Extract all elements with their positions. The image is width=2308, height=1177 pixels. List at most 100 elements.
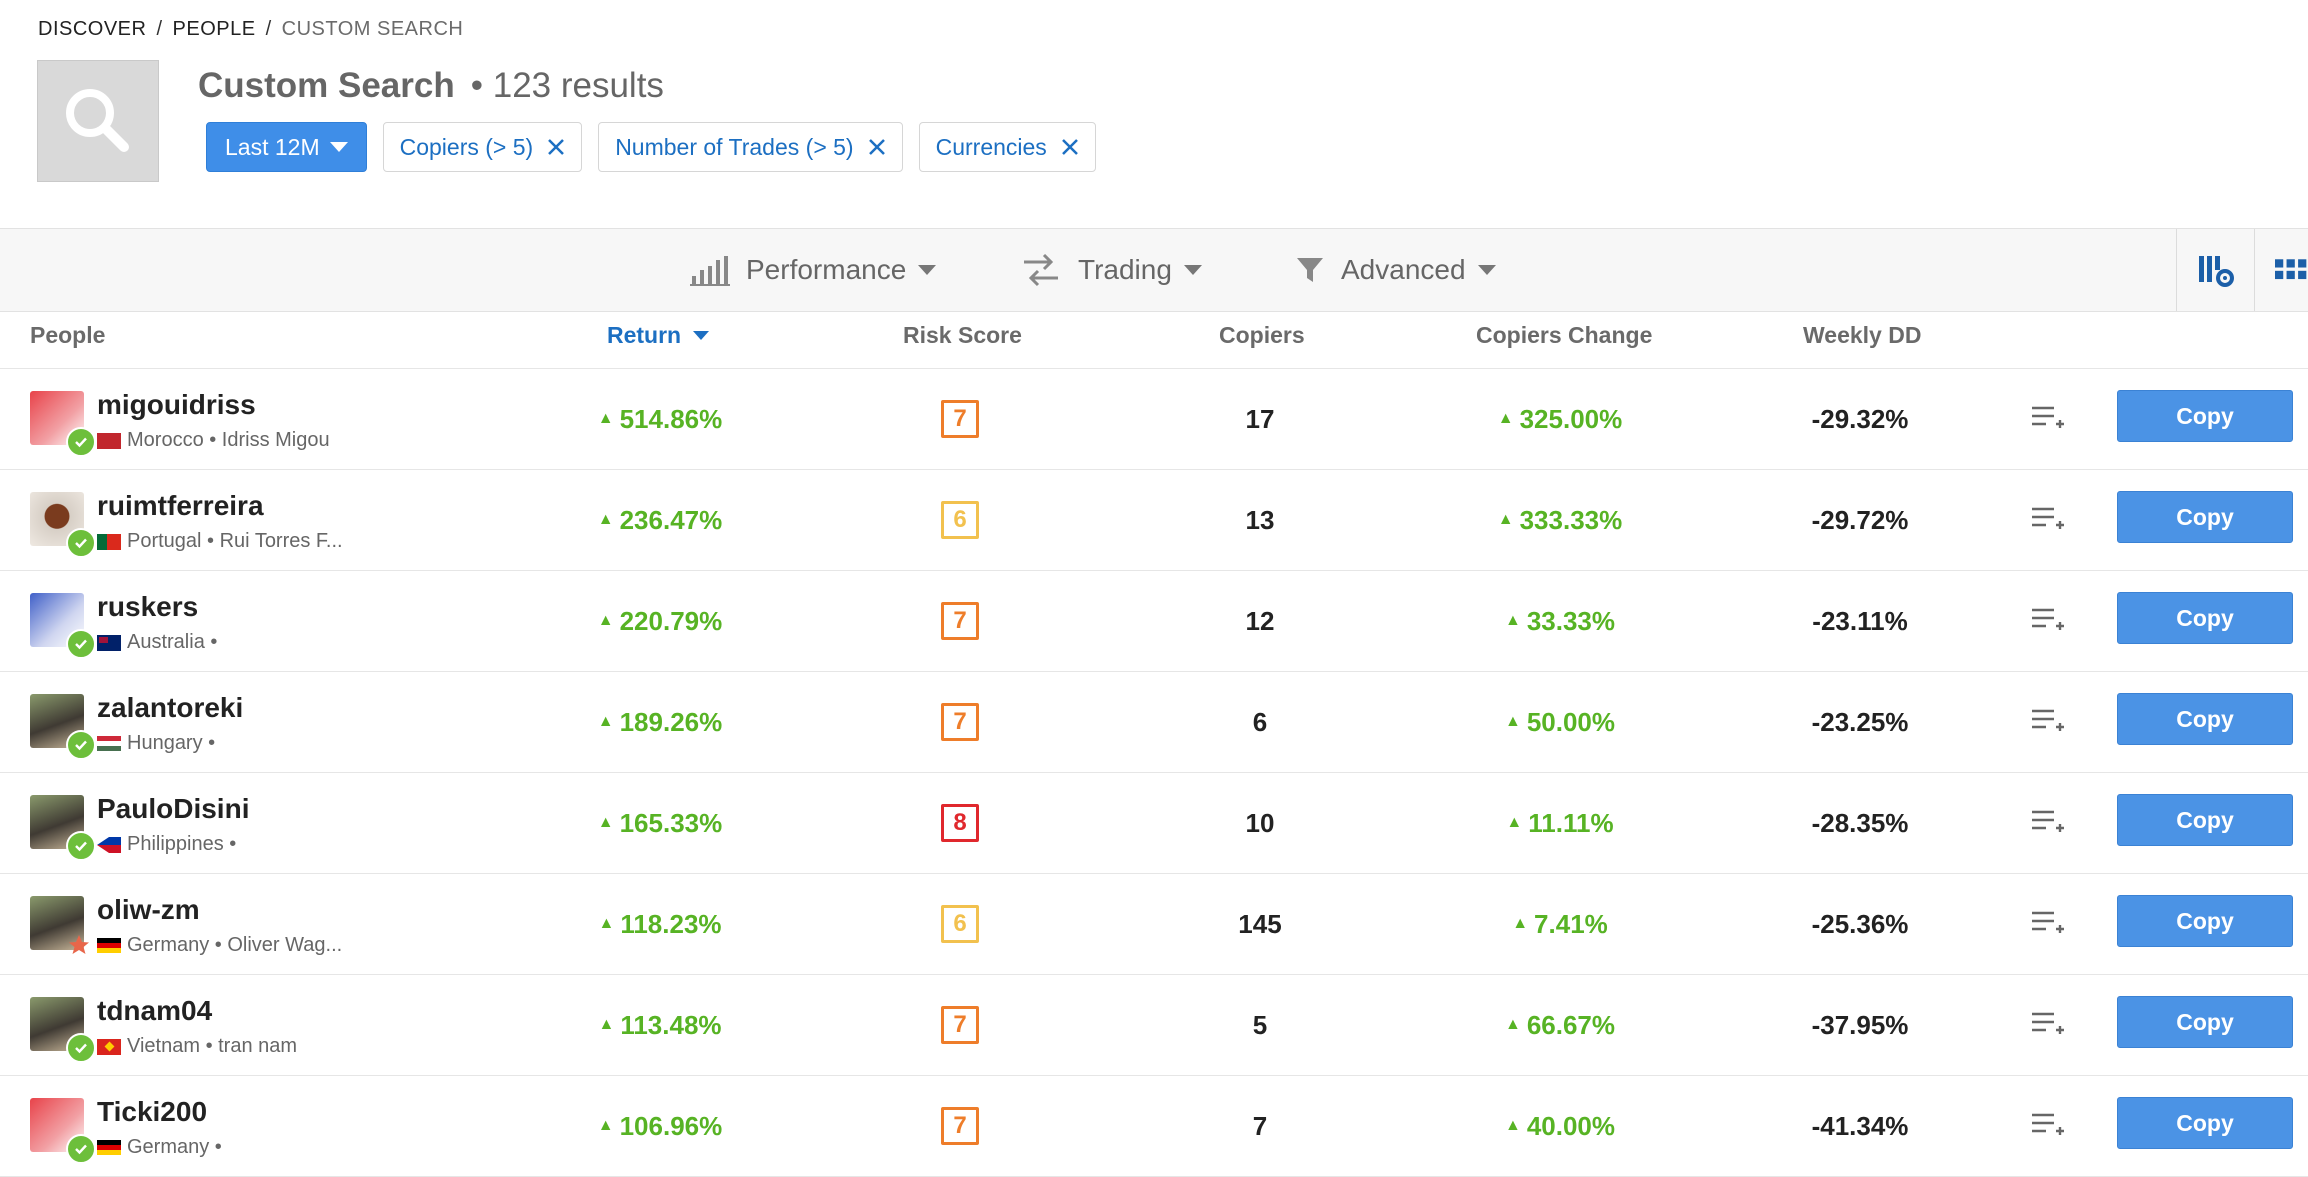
table-row[interactable]: migouidriss Morocco • Idriss Migou ▲ 514.… xyxy=(0,369,2308,470)
avatar[interactable] xyxy=(30,1098,96,1164)
arrow-up-icon: ▲ xyxy=(1504,612,1521,629)
username-link[interactable]: oliw-zm xyxy=(97,894,200,926)
breadcrumb-people[interactable]: PEOPLE xyxy=(173,18,256,41)
avatar[interactable] xyxy=(30,694,96,760)
trading-menu[interactable]: Trading xyxy=(1020,229,1202,311)
copy-button[interactable]: Copy xyxy=(2117,794,2293,846)
username-link[interactable]: PauloDisini xyxy=(97,793,249,825)
bar-chart-icon xyxy=(690,256,730,286)
column-header-copiers[interactable]: Copiers xyxy=(1219,322,1305,349)
risk-score-cell: 7 xyxy=(930,975,990,1075)
copiers-change-value: ▲ 333.33% xyxy=(1460,470,1660,570)
column-settings-button[interactable] xyxy=(2176,229,2255,311)
breadcrumb-discover[interactable]: DISCOVER xyxy=(38,18,146,41)
copiers-change-value: ▲ 40.00% xyxy=(1460,1076,1660,1176)
column-header-risk-score[interactable]: Risk Score xyxy=(903,322,1022,349)
column-header-weekly-dd[interactable]: Weekly DD xyxy=(1803,322,1921,349)
table-row[interactable]: PauloDisini Philippines • ▲ 165.33% 8 10 … xyxy=(0,773,2308,874)
copiers-change-text: 40.00% xyxy=(1526,1110,1616,1141)
breadcrumb-separator: / xyxy=(156,18,163,40)
table-row[interactable]: tdnam04 Vietnam • tran nam ▲ 113.48% 7 5 … xyxy=(0,975,2308,1076)
return-value: ▲ 113.48% xyxy=(560,975,760,1075)
risk-score-badge: 7 xyxy=(941,1006,979,1044)
close-icon[interactable] xyxy=(868,138,886,156)
table-row[interactable]: zalantoreki Hungary • ▲ 189.26% 7 6 ▲ 50.0… xyxy=(0,672,2308,773)
copy-button[interactable]: Copy xyxy=(2117,390,2293,442)
arrow-up-icon: ▲ xyxy=(598,915,615,932)
advanced-menu[interactable]: Advanced xyxy=(1295,229,1496,311)
column-settings-icon xyxy=(2199,256,2234,287)
copy-button[interactable]: Copy xyxy=(2117,1097,2293,1149)
return-text: 236.47% xyxy=(619,504,723,535)
filter-chip-label: Copiers (> 5) xyxy=(399,133,534,160)
username-link[interactable]: ruimtferreira xyxy=(97,490,264,522)
add-to-watchlist-icon[interactable] xyxy=(2030,1011,2066,1042)
add-to-watchlist-icon[interactable] xyxy=(2030,910,2066,941)
table-row[interactable]: Ticki200 Germany • ▲ 106.96% 7 7 ▲ 40.00% … xyxy=(0,1076,2308,1177)
copiers-change-text: 66.67% xyxy=(1526,1009,1616,1040)
user-location-name: Australia • xyxy=(127,631,218,653)
period-dropdown[interactable]: Last 12M xyxy=(206,122,367,172)
close-icon[interactable] xyxy=(1061,138,1079,156)
copiers-change-text: 7.41% xyxy=(1534,908,1608,939)
country-flag-icon xyxy=(97,533,121,550)
avatar[interactable] xyxy=(30,593,96,659)
column-header-copiers-change[interactable]: Copiers Change xyxy=(1476,322,1652,349)
copiers-change-value: ▲ 11.11% xyxy=(1460,773,1660,873)
return-text: 165.33% xyxy=(619,807,723,838)
table-row[interactable]: ruskers Australia • ▲ 220.79% 7 12 ▲ 33.33… xyxy=(0,571,2308,672)
column-header-return[interactable]: Return xyxy=(607,322,710,349)
verified-badge-icon xyxy=(66,730,96,760)
avatar[interactable] xyxy=(30,391,96,457)
chevron-down-icon xyxy=(918,265,937,275)
grid-view-button[interactable] xyxy=(2254,229,2308,311)
weekly-dd-value: -29.32% xyxy=(1811,403,1909,434)
page-title: Custom Search xyxy=(198,66,455,105)
arrow-up-icon: ▲ xyxy=(1506,814,1523,831)
breadcrumb: DISCOVER / PEOPLE / CUSTOM SEARCH xyxy=(38,18,463,41)
risk-score-badge: 7 xyxy=(941,703,979,741)
username-link[interactable]: tdnam04 xyxy=(97,995,212,1027)
avatar[interactable] xyxy=(30,997,96,1063)
table-row[interactable]: oliw-zm Germany • Oliver Wag... ▲ 118.23%… xyxy=(0,874,2308,975)
avatar[interactable] xyxy=(30,492,96,558)
performance-menu[interactable]: Performance xyxy=(690,229,937,311)
add-to-watchlist-icon[interactable] xyxy=(2030,607,2066,638)
copy-button[interactable]: Copy xyxy=(2117,491,2293,543)
risk-score-cell: 7 xyxy=(930,369,990,469)
chevron-down-icon xyxy=(1477,265,1496,275)
breadcrumb-separator: / xyxy=(265,18,272,40)
star-badge-icon xyxy=(66,932,92,958)
return-text: 106.96% xyxy=(619,1110,723,1141)
add-to-watchlist-icon[interactable] xyxy=(2030,708,2066,739)
filter-chip-currencies[interactable]: Currencies xyxy=(918,122,1096,172)
copy-button[interactable]: Copy xyxy=(2117,996,2293,1048)
avatar[interactable] xyxy=(30,795,96,861)
username-link[interactable]: migouidriss xyxy=(97,389,256,421)
table-row[interactable]: ruimtferreira Portugal • Rui Torres F...… xyxy=(0,470,2308,571)
risk-score-badge: 7 xyxy=(941,1107,979,1145)
chevron-down-icon xyxy=(329,142,348,152)
copy-button[interactable]: Copy xyxy=(2117,592,2293,644)
add-to-watchlist-icon[interactable] xyxy=(2030,506,2066,537)
weekly-dd-value: -23.11% xyxy=(1812,605,1908,636)
close-icon[interactable] xyxy=(547,138,565,156)
risk-score-cell: 6 xyxy=(930,874,990,974)
copiers-value: 10 xyxy=(1245,807,1275,838)
return-value: ▲ 220.79% xyxy=(560,571,760,671)
copy-button[interactable]: Copy xyxy=(2117,895,2293,947)
add-to-watchlist-icon[interactable] xyxy=(2030,1112,2066,1143)
arrow-up-icon: ▲ xyxy=(1504,713,1521,730)
add-to-watchlist-icon[interactable] xyxy=(2030,809,2066,840)
username-link[interactable]: ruskers xyxy=(97,591,198,623)
copy-button[interactable]: Copy xyxy=(2117,693,2293,745)
add-to-watchlist-icon[interactable] xyxy=(2030,405,2066,436)
filter-chip-copiers[interactable]: Copiers (> 5) xyxy=(382,122,583,172)
username-link[interactable]: zalantoreki xyxy=(97,692,243,724)
filter-chip-trades[interactable]: Number of Trades (> 5) xyxy=(598,122,903,172)
username-link[interactable]: Ticki200 xyxy=(97,1096,207,1128)
verified-badge-icon xyxy=(66,831,96,861)
column-header-people[interactable]: People xyxy=(30,322,105,349)
avatar[interactable] xyxy=(30,896,89,954)
arrow-up-icon: ▲ xyxy=(1512,915,1529,932)
